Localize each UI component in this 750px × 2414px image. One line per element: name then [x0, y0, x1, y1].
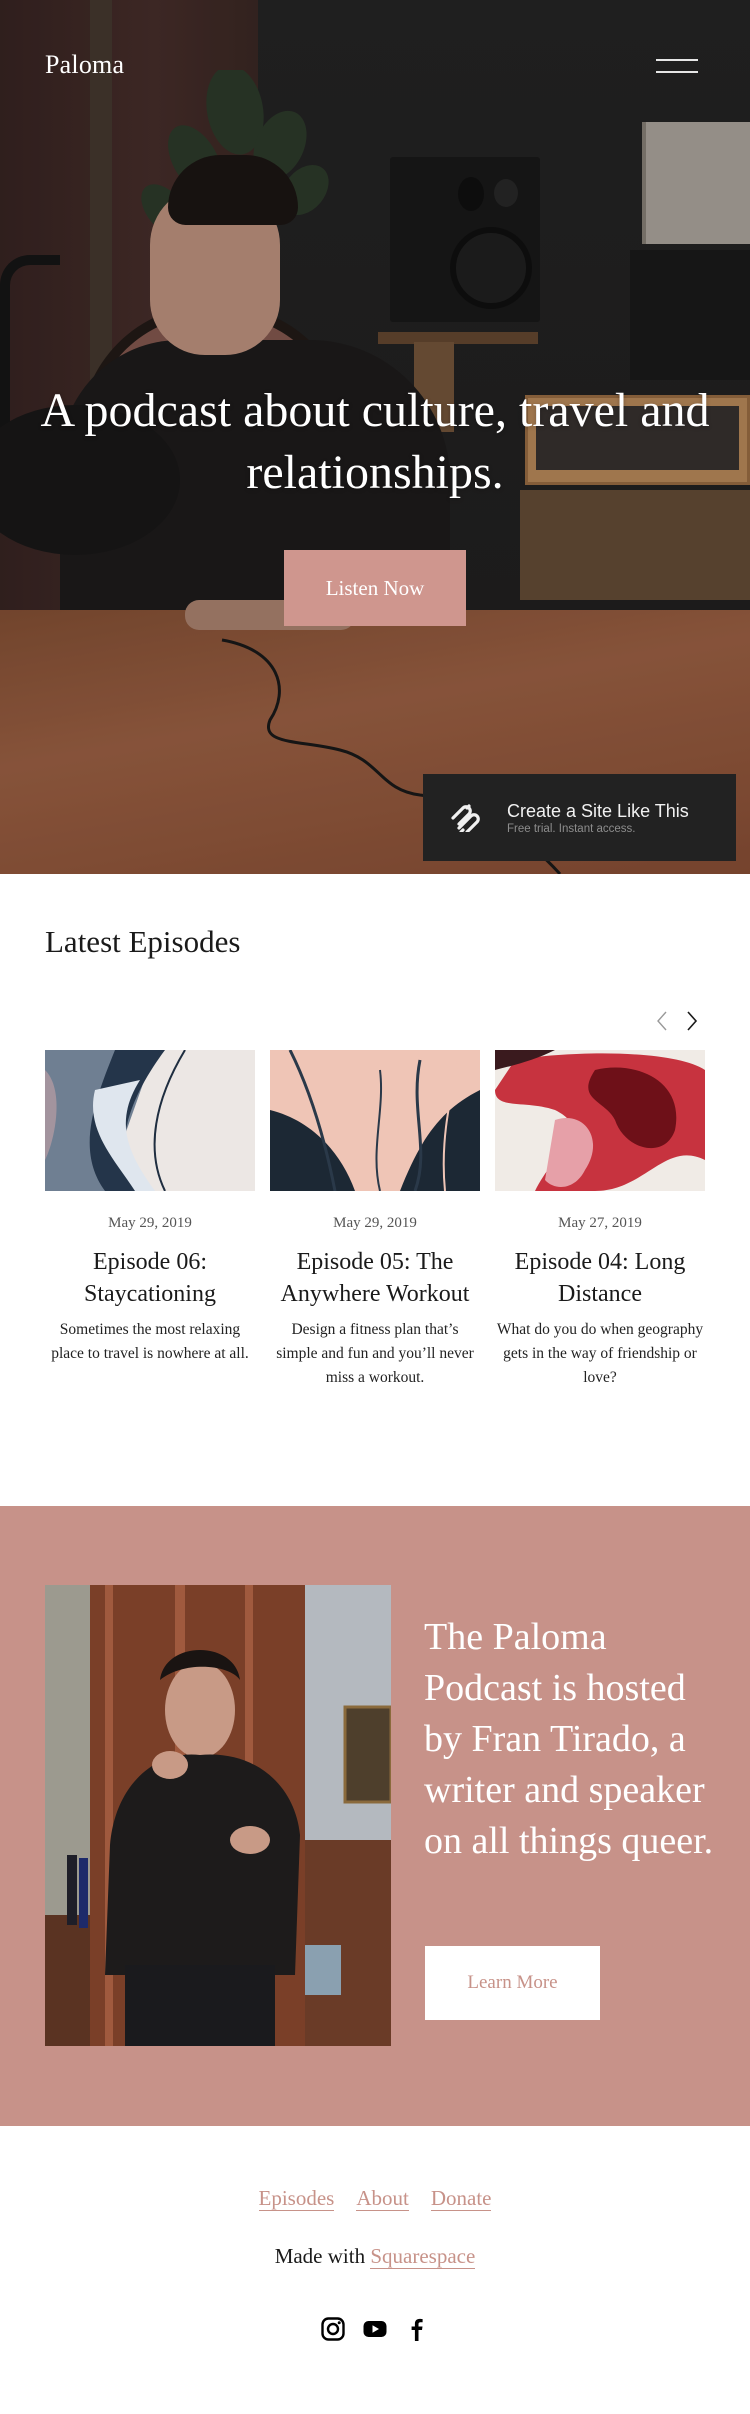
episode-thumbnail[interactable] [270, 1049, 480, 1192]
host-photo [45, 1585, 391, 2046]
facebook-icon[interactable] [404, 2316, 430, 2342]
footer-link-about[interactable]: About [356, 2186, 409, 2211]
site-title-link[interactable]: Paloma [45, 50, 124, 80]
about-text: The Paloma Podcast is hosted by Fran Tir… [424, 1616, 714, 1862]
hero-headline: A podcast about culture, travel and rela… [40, 384, 710, 499]
squarespace-logo-icon [451, 803, 480, 832]
made-with-prefix: Made with [274, 2244, 371, 2268]
episode-title[interactable]: Episode 05: The Anywhere Workout [270, 1246, 480, 1310]
episode-description: What do you do when geography gets in th… [496, 1321, 704, 1386]
badge-subtitle: Free trial. Instant access. [507, 822, 636, 835]
episode-date: May 29, 2019 [333, 1215, 417, 1231]
site-footer: Episodes About Donate Made with Squaresp… [0, 2126, 750, 2414]
social-links [0, 2316, 750, 2342]
episode-thumbnail[interactable] [45, 1049, 255, 1192]
listen-now-button[interactable]: Listen Now [284, 550, 466, 626]
episode-card[interactable]: May 27, 2019 Episode 04: Long Distance W… [495, 1050, 705, 1390]
episode-description: Sometimes the most relaxing place to tra… [51, 1321, 249, 1362]
latest-episodes-section: Latest Episodes May 29, 2019 Episode 06:… [0, 874, 750, 1506]
about-section: The Paloma Podcast is hosted by Fran Tir… [0, 1506, 750, 2126]
footer-link-episodes[interactable]: Episodes [258, 2186, 335, 2211]
youtube-icon[interactable] [362, 2316, 388, 2342]
site-header: Paloma [0, 0, 750, 130]
instagram-icon[interactable] [320, 2316, 346, 2342]
episode-card[interactable]: May 29, 2019 Episode 06: Staycationing S… [45, 1049, 255, 1390]
episode-list: May 29, 2019 Episode 06: Staycationing S… [45, 1049, 705, 1390]
episode-card[interactable]: May 29, 2019 Episode 05: The Anywhere Wo… [270, 1049, 480, 1390]
made-with-text: Made with Squarespace [0, 2244, 750, 2269]
squarespace-link[interactable]: Squarespace [370, 2244, 476, 2269]
footer-nav: Episodes About Donate [0, 2186, 750, 2211]
footer-link-donate[interactable]: Donate [430, 2186, 492, 2211]
create-site-badge[interactable]: Create a Site Like This Free trial. Inst… [423, 774, 736, 861]
chevron-right-icon[interactable] [682, 1007, 702, 1035]
learn-more-button[interactable]: Learn More [425, 1946, 600, 2020]
badge-title: Create a Site Like This [507, 800, 689, 821]
section-title: Latest Episodes [45, 924, 241, 959]
episode-title[interactable]: Episode 06: Staycationing [45, 1246, 255, 1310]
episode-title[interactable]: Episode 04: Long Distance [495, 1246, 705, 1310]
hamburger-menu-icon[interactable] [656, 56, 698, 80]
episode-date: May 29, 2019 [108, 1215, 192, 1231]
episode-thumbnail[interactable] [495, 1050, 705, 1191]
hero-section: Paloma A podcast about culture, travel a… [0, 0, 750, 874]
chevron-left-icon[interactable] [652, 1007, 672, 1035]
episode-description: Design a fitness plan that’s simple and … [276, 1321, 474, 1386]
episode-date: May 27, 2019 [558, 1215, 642, 1231]
